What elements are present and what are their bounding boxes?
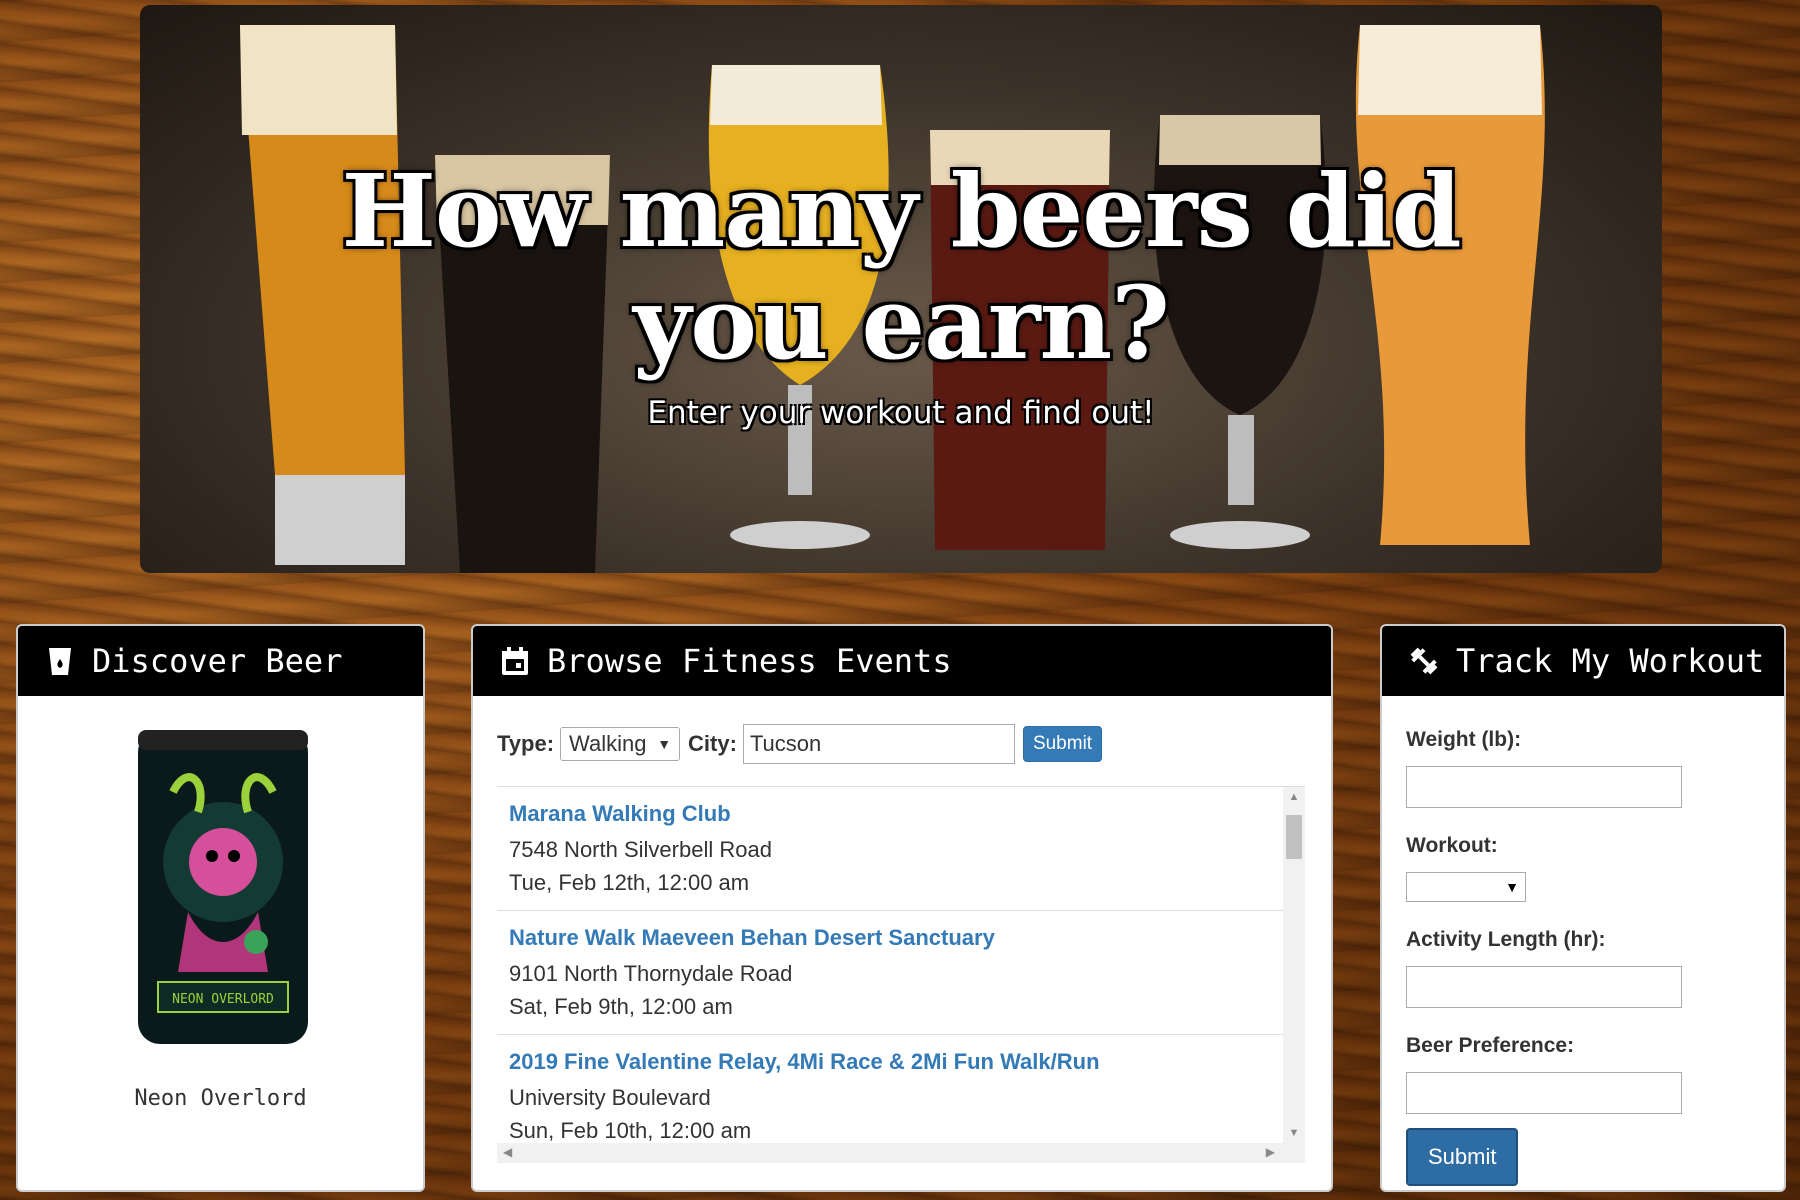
- weight-label: Weight (lb):: [1406, 728, 1522, 751]
- beer-preference-label: Beer Preference:: [1406, 1034, 1575, 1057]
- hero-title: How many beers did you earn?: [341, 152, 1461, 382]
- workout-submit-button[interactable]: Submit: [1406, 1128, 1519, 1186]
- beer-can-image[interactable]: NEON OVERLORD: [128, 722, 318, 1052]
- event-address: 9101 North Thornydale Road: [509, 961, 793, 986]
- dumbbell-icon: [1408, 645, 1440, 677]
- beer-name: Neon Overlord: [134, 1086, 307, 1111]
- fitness-events-panel: Browse Fitness Events Type: Walking ▼ Ci…: [471, 624, 1333, 1192]
- type-select-value: Walking: [569, 731, 647, 756]
- scroll-up-icon[interactable]: ▲: [1283, 791, 1305, 803]
- discover-beer-title: Discover Beer: [92, 642, 343, 680]
- workout-form: Weight (lb): Workout: ▼ Activity Length …: [1406, 728, 1766, 1186]
- event-date: Tue, Feb 12th, 12:00 am: [509, 870, 750, 895]
- calendar-icon: [499, 645, 531, 677]
- city-label: City:: [688, 731, 737, 756]
- scroll-down-icon[interactable]: ▼: [1283, 1127, 1305, 1139]
- event-date: Sun, Feb 10th, 12:00 am: [509, 1118, 752, 1143]
- scroll-left-icon[interactable]: ◀: [503, 1145, 512, 1159]
- horizontal-scrollbar[interactable]: ◀ ▶: [497, 1143, 1305, 1163]
- discover-beer-panel: Discover Beer NEON OVERLORD Neon Overlor…: [16, 624, 425, 1192]
- weight-input[interactable]: [1406, 766, 1682, 808]
- fitness-events-title: Browse Fitness Events: [547, 642, 952, 680]
- fitness-events-header: Browse Fitness Events: [473, 626, 1331, 696]
- city-input[interactable]: Tucson: [742, 724, 1015, 764]
- event-filter-row: Type: Walking ▼ City: Tucson Submit: [497, 724, 1103, 764]
- activity-length-input[interactable]: [1406, 966, 1682, 1008]
- track-workout-title: Track My Workout: [1456, 642, 1765, 680]
- event-title-link[interactable]: Marana Walking Club: [509, 801, 1271, 827]
- chevron-down-icon: ▼: [1505, 879, 1519, 895]
- events-submit-button[interactable]: Submit: [1022, 726, 1103, 762]
- event-address: 7548 North Silverbell Road: [509, 837, 772, 862]
- event-item: Nature Walk Maeveen Behan Desert Sanctua…: [497, 911, 1283, 1035]
- beer-cup-icon: [44, 645, 76, 677]
- event-item: Marana Walking Club 7548 North Silverbel…: [497, 787, 1283, 911]
- event-address: University Boulevard: [509, 1085, 711, 1110]
- events-list: Marana Walking Club 7548 North Silverbel…: [497, 786, 1305, 1163]
- scroll-right-icon[interactable]: ▶: [1266, 1145, 1275, 1159]
- vertical-scrollbar[interactable]: ▲ ▼: [1283, 787, 1305, 1143]
- event-title-link[interactable]: 2019 Fine Valentine Relay, 4Mi Race & 2M…: [509, 1049, 1271, 1075]
- beer-preference-input[interactable]: [1406, 1072, 1682, 1114]
- scrollbar-thumb[interactable]: [1286, 815, 1302, 859]
- event-title-link[interactable]: Nature Walk Maeveen Behan Desert Sanctua…: [509, 925, 1271, 951]
- discover-beer-header: Discover Beer: [18, 626, 423, 696]
- activity-length-label: Activity Length (hr):: [1406, 928, 1606, 951]
- workout-select[interactable]: ▼: [1406, 872, 1526, 902]
- event-date: Sat, Feb 9th, 12:00 am: [509, 994, 733, 1019]
- hero-banner: How many beers did you earn? Enter your …: [140, 5, 1662, 573]
- event-item: 2019 Fine Valentine Relay, 4Mi Race & 2M…: [497, 1035, 1283, 1143]
- chevron-down-icon: ▼: [657, 736, 672, 752]
- hero-subtitle: Enter your workout and find out!: [647, 395, 1155, 431]
- track-workout-header: Track My Workout: [1382, 626, 1784, 696]
- type-select[interactable]: Walking ▼: [560, 727, 681, 761]
- workout-label: Workout:: [1406, 834, 1498, 857]
- can-label-text: NEON OVERLORD: [172, 992, 274, 1007]
- type-label: Type:: [497, 731, 555, 756]
- track-workout-panel: Track My Workout Weight (lb): Workout: ▼…: [1380, 624, 1786, 1192]
